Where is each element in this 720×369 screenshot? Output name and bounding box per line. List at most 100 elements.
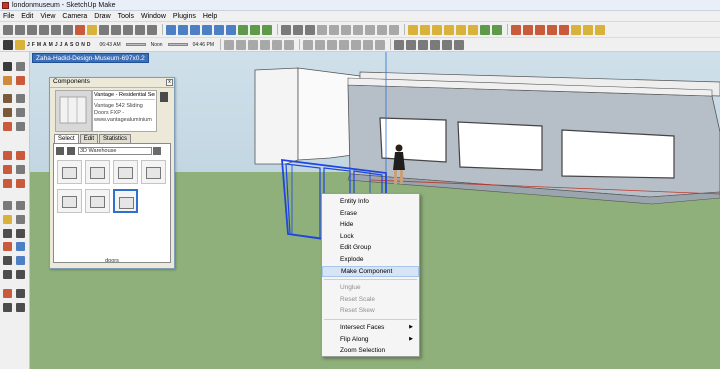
menu-help[interactable]: Help <box>203 13 217 20</box>
top-view-icon[interactable] <box>235 39 246 50</box>
solid-union-icon[interactable] <box>417 39 428 50</box>
sandbox-from-contours-icon[interactable] <box>511 24 521 35</box>
style-hidden-line-icon[interactable] <box>338 39 349 50</box>
menu-edit-group[interactable]: Edit Group <box>322 242 419 254</box>
line-tool-icon[interactable] <box>16 94 25 103</box>
warehouse-icon[interactable] <box>408 24 418 35</box>
user-icon[interactable] <box>595 24 605 35</box>
hidden-line-icon[interactable] <box>353 24 363 35</box>
menu-camera[interactable]: Camera <box>62 13 87 20</box>
axes-tool-icon[interactable] <box>3 229 12 238</box>
menu-hide[interactable]: Hide <box>322 219 419 231</box>
front-view-icon[interactable] <box>247 39 258 50</box>
dimension-icon[interactable] <box>99 24 109 35</box>
toggle-terrain-icon[interactable] <box>468 24 478 35</box>
component-thumb[interactable] <box>57 160 82 184</box>
right-view-icon[interactable] <box>259 39 270 50</box>
component-thumb[interactable] <box>141 160 166 184</box>
menu-plugins[interactable]: Plugins <box>173 13 196 20</box>
menu-file[interactable]: File <box>3 13 14 20</box>
flip-edge-icon[interactable] <box>583 24 593 35</box>
left-view-icon[interactable] <box>283 39 294 50</box>
walk-tool-icon[interactable] <box>16 289 25 298</box>
orbit-tool-icon[interactable] <box>3 242 12 251</box>
zoom-icon[interactable] <box>190 24 200 35</box>
rotate-tool-icon[interactable] <box>3 165 12 174</box>
details-arrow-icon[interactable] <box>160 92 168 102</box>
menu-zoom-selection[interactable]: Zoom Selection <box>322 345 419 357</box>
menu-flip-along[interactable]: Flip Along ▶ <box>322 334 419 346</box>
drape-icon[interactable] <box>559 24 569 35</box>
look-around-icon[interactable] <box>250 24 260 35</box>
scene-tab[interactable]: Zaha-Hadid-Design-Museum-697x0.2 <box>32 53 149 63</box>
display-shadows-icon[interactable] <box>15 39 25 50</box>
solid-trim-icon[interactable] <box>441 39 452 50</box>
menu-window[interactable]: Window <box>141 13 166 20</box>
shadow-settings-icon[interactable] <box>3 39 13 50</box>
menu-explode[interactable]: Explode <box>322 254 419 266</box>
shaded-textures-icon[interactable] <box>377 24 387 35</box>
look-around-tool-icon[interactable] <box>3 303 12 312</box>
style-wireframe-icon[interactable] <box>326 39 337 50</box>
back-edges-icon[interactable] <box>329 24 339 35</box>
protractor-tool-icon[interactable] <box>3 215 12 224</box>
panel-close-icon[interactable]: x <box>166 79 173 86</box>
solid-outer-shell-icon[interactable] <box>393 39 404 50</box>
shaded-icon[interactable] <box>365 24 375 35</box>
rectangle-tool-icon[interactable] <box>3 94 12 103</box>
make-component-tool-icon[interactable] <box>16 62 25 71</box>
position-camera-tool-icon[interactable] <box>3 289 12 298</box>
monochrome-icon[interactable] <box>389 24 399 35</box>
zoom-tool-icon[interactable] <box>3 256 12 265</box>
section-plane-icon[interactable] <box>281 24 291 35</box>
smoove-icon[interactable] <box>535 24 545 35</box>
tape-tool-icon[interactable] <box>3 201 12 210</box>
dimension-tool-icon[interactable] <box>16 201 25 210</box>
pan-icon[interactable] <box>178 24 188 35</box>
move-tool-icon[interactable] <box>3 151 12 160</box>
add-location-icon[interactable] <box>492 24 502 35</box>
wireframe-icon[interactable] <box>341 24 351 35</box>
extension-warehouse-icon[interactable] <box>444 24 454 35</box>
component-name[interactable]: Vantage - Residential Seri <box>94 92 155 100</box>
zoom-window-tool-icon[interactable] <box>16 256 25 265</box>
tape-measure-icon[interactable] <box>87 24 97 35</box>
pencil-icon[interactable] <box>15 24 25 35</box>
shadow-months[interactable]: J F M A M J J A S O N D <box>27 42 92 48</box>
view-options-icon[interactable] <box>56 147 64 155</box>
share-component-icon[interactable] <box>432 24 442 35</box>
shadow-time-slider[interactable] <box>125 43 146 46</box>
component-url[interactable]: www.vantagealuminium <box>94 117 155 123</box>
back-view-icon[interactable] <box>271 39 282 50</box>
component-thumb[interactable] <box>57 189 82 213</box>
scale-tool-icon[interactable] <box>3 179 12 188</box>
sandbox-from-scratch-icon[interactable] <box>523 24 533 35</box>
orbit-icon[interactable] <box>166 24 176 35</box>
menu-view[interactable]: View <box>40 13 55 20</box>
pan-tool-icon[interactable] <box>16 242 25 251</box>
add-detail-icon[interactable] <box>571 24 581 35</box>
menu-erase[interactable]: Erase <box>322 208 419 220</box>
solid-split-icon[interactable] <box>453 39 464 50</box>
shadow-time-slider-2[interactable] <box>167 43 188 46</box>
search-icon[interactable] <box>153 147 161 155</box>
tab-edit[interactable]: Edit <box>79 134 99 143</box>
menu-draw[interactable]: Draw <box>94 13 110 20</box>
previous-view-icon[interactable] <box>226 24 236 35</box>
eraser-icon[interactable] <box>75 24 85 35</box>
position-camera-icon[interactable] <box>238 24 248 35</box>
home-icon[interactable] <box>67 147 75 155</box>
menu-lock[interactable]: Lock <box>322 231 419 243</box>
menu-edit[interactable]: Edit <box>21 13 33 20</box>
select-tool-icon[interactable] <box>3 62 12 71</box>
component-thumb[interactable] <box>85 189 110 213</box>
tab-statistics[interactable]: Statistics <box>99 134 132 143</box>
style-xray-icon[interactable] <box>302 39 313 50</box>
text-icon[interactable] <box>123 24 133 35</box>
3d-text-icon[interactable] <box>147 24 157 35</box>
geo-location-icon[interactable] <box>456 24 466 35</box>
follow-me-icon[interactable] <box>16 165 25 174</box>
menu-intersect-faces[interactable]: Intersect Faces ▶ <box>322 322 419 334</box>
freehand-tool-icon[interactable] <box>16 122 25 131</box>
zoom-window-icon[interactable] <box>202 24 212 35</box>
